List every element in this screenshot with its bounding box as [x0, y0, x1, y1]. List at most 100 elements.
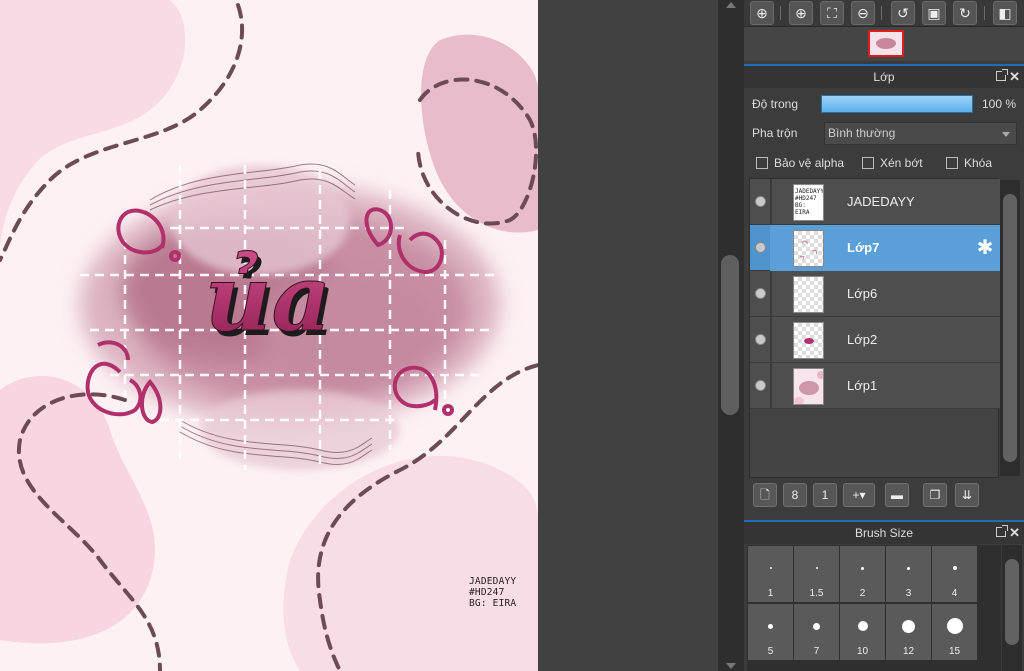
brush-dot-icon	[946, 618, 963, 634]
zoom-out-icon[interactable]: ⊖	[851, 1, 875, 25]
gear-icon[interactable]: ✱	[974, 237, 996, 259]
brush-size-label: 4	[951, 588, 958, 599]
brush-dot-icon	[857, 621, 868, 631]
scroll-thumb[interactable]	[721, 255, 739, 415]
scroll-down-arrow-icon[interactable]	[726, 663, 736, 669]
brush-size-cell[interactable]: 5	[748, 604, 793, 660]
layer-list-scrollbar[interactable]	[1000, 180, 1020, 476]
layer-name: Lớp6	[847, 286, 878, 301]
brush-size-label: 5	[767, 646, 774, 657]
workspace-background	[538, 0, 718, 671]
visibility-icon[interactable]	[755, 334, 766, 345]
close-icon[interactable]: ✕	[1009, 66, 1020, 88]
zoom-fit-icon[interactable]: ⊕	[750, 1, 774, 25]
layer-row-lop7[interactable]: Lớp7 ✱	[750, 225, 1000, 271]
layer-row-lop2[interactable]: Lớp2	[750, 317, 1000, 363]
opacity-label: Độ trong	[752, 97, 799, 111]
layer-row-lop1[interactable]: Lớp1	[750, 363, 1000, 409]
visibility-icon[interactable]	[755, 288, 766, 299]
visibility-icon[interactable]	[755, 242, 766, 253]
actual-size-icon[interactable]: ▣	[922, 1, 946, 25]
new-1bit-layer-icon[interactable]: 1	[813, 483, 837, 507]
brush-size-label: 1	[767, 588, 774, 599]
rotate-right-icon[interactable]: ↻	[953, 1, 977, 25]
brush-dot-icon	[861, 566, 864, 570]
layer-thumbnail	[793, 230, 824, 267]
scroll-up-arrow-icon[interactable]	[726, 2, 736, 8]
lock-checkbox[interactable]	[946, 157, 958, 169]
lock-label: Khóa	[964, 156, 993, 170]
opacity-slider[interactable]	[821, 95, 973, 113]
layer-row-lop6[interactable]: Lớp6	[750, 271, 1000, 317]
brush-dot-icon	[813, 622, 820, 630]
blend-label: Pha trộn	[752, 126, 798, 140]
brush-size-label: 7	[813, 646, 820, 657]
folder-icon[interactable]: ▬	[885, 483, 909, 507]
zoom-in-icon[interactable]: ⊕	[789, 1, 813, 25]
popout-icon[interactable]	[996, 525, 1008, 537]
brush-size-label: 2	[859, 588, 866, 599]
brush-size-cell[interactable]: 3	[886, 546, 931, 602]
layer-toolbar: 🗋 8 1 +▾ ▬ ❐ ⇊	[749, 481, 1020, 511]
watermark: JADEDAYY #HD247 BG: EIRA	[469, 576, 516, 609]
layer-thumbnail	[793, 368, 824, 405]
layer-name: Lớp1	[847, 378, 878, 393]
blend-mode-select[interactable]: Bình thường	[824, 122, 1017, 145]
brush-dot-icon	[902, 619, 915, 633]
protect-alpha-checkbox[interactable]	[756, 157, 768, 169]
brush-size-cell[interactable]: 1	[748, 546, 793, 602]
layer-thumbnail	[793, 276, 824, 313]
brush-size-label: 3	[905, 588, 912, 599]
blend-mode-value: Bình thường	[828, 126, 896, 140]
navigator-toolbar: ⊕ ⊕ ⛶ ⊖ ↺ ▣ ↻ ◧	[744, 0, 1024, 27]
scroll-thumb[interactable]	[1003, 194, 1017, 462]
brush-size-cell[interactable]: 1.5	[794, 546, 839, 602]
artwork: ủa ủa	[0, 0, 538, 671]
clipping-checkbox[interactable]	[862, 157, 874, 169]
toolbar-separator	[881, 6, 882, 20]
popout-icon[interactable]	[996, 69, 1008, 81]
toolbar-separator	[984, 6, 985, 20]
visibility-icon[interactable]	[755, 196, 766, 207]
visibility-icon[interactable]	[755, 380, 766, 391]
layer-row-jadedayy[interactable]: JADEDAYY #HD247 BG: EIRA JADEDAYY	[750, 179, 1000, 225]
brush-size-label: 1.5	[809, 588, 824, 599]
new-layer-icon[interactable]: 🗋	[753, 483, 777, 507]
brush-size-cell[interactable]: 7	[794, 604, 839, 660]
thumb-text: #HD247	[795, 195, 817, 202]
drawing-canvas[interactable]: ủa ủa JADEDAYY #HD247 BG: EIRA	[0, 0, 538, 671]
brush-dot-icon	[815, 567, 818, 569]
brush-dot-icon	[769, 567, 772, 569]
chevron-down-icon	[1002, 132, 1010, 137]
duplicate-layer-icon[interactable]: ❐	[923, 483, 947, 507]
brush-size-cell[interactable]: 10	[840, 604, 885, 660]
watermark-line: JADEDAYY	[469, 576, 517, 587]
brush-dot-icon	[952, 566, 957, 570]
brush-grid-scrollbar[interactable]	[1002, 545, 1022, 671]
title-lettering: ủa	[205, 244, 332, 352]
merge-layer-icon[interactable]: ⇊	[955, 483, 979, 507]
layer-name: Lớp2	[847, 332, 878, 347]
watermark-line: #HD247	[469, 587, 505, 598]
close-icon[interactable]: ✕	[1009, 522, 1020, 544]
brush-size-cell[interactable]: 2	[840, 546, 885, 602]
scroll-thumb[interactable]	[1005, 559, 1019, 645]
canvas-vertical-scrollbar[interactable]	[718, 0, 744, 671]
brush-panel-header: Brush Size ✕	[744, 520, 1024, 544]
navigator-thumbnail[interactable]	[868, 30, 904, 57]
fit-window-icon[interactable]: ⛶	[820, 1, 844, 25]
brush-size-cell[interactable]: 15	[932, 604, 977, 660]
brush-size-cell[interactable]: 12	[886, 604, 931, 660]
new-8bit-layer-icon[interactable]: 8	[783, 483, 807, 507]
brush-size-cell[interactable]: 4	[932, 546, 977, 602]
rotate-left-icon[interactable]: ↺	[891, 1, 915, 25]
flip-icon[interactable]: ◧	[993, 1, 1017, 25]
brush-dot-icon	[768, 623, 773, 629]
brush-panel-title: Brush Size	[854, 526, 914, 540]
watermark-line: BG: EIRA	[469, 598, 517, 609]
layer-panel-header: Lớp ✕	[744, 64, 1024, 88]
add-layer-menu-icon[interactable]: +▾	[843, 483, 875, 507]
brush-size-label: 10	[856, 646, 869, 657]
clipping-label: Xén bớt	[880, 156, 923, 170]
protect-alpha-label: Bảo vệ alpha	[774, 156, 845, 170]
